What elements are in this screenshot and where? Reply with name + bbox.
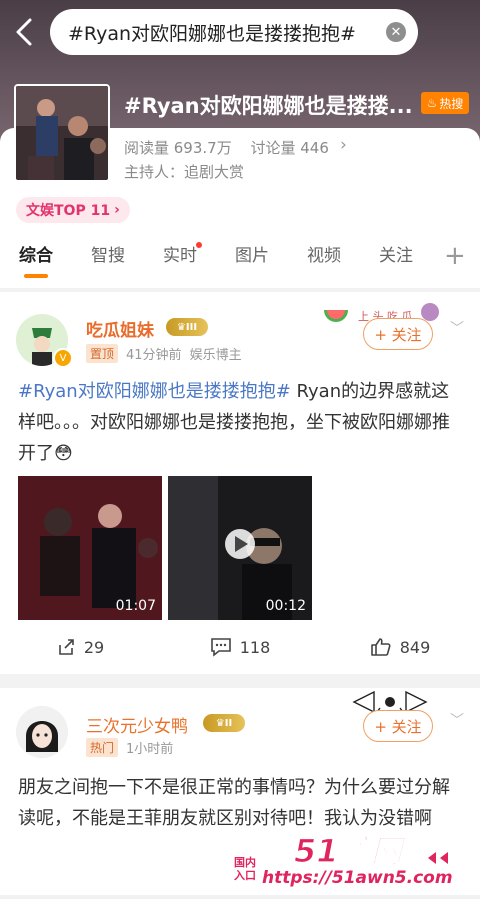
- post-meta: 热门 1小时前: [86, 738, 173, 757]
- post-card: V 吃瓜姐妹 ♛ III 置顶 41分钟前 娱乐博主 上 头 吃 瓜 + 关注 …: [0, 292, 480, 674]
- video-duration: 00:12: [265, 598, 306, 614]
- chevron-down-icon[interactable]: ﹀: [450, 318, 464, 338]
- hashtag-link[interactable]: #Ryan对欧阳娜娜也是搂搂抱抱#: [18, 381, 291, 402]
- watermark-url: https://51awn5.com: [262, 868, 453, 888]
- clear-search-icon[interactable]: ✕: [386, 22, 406, 42]
- username[interactable]: 三次元少女鸭: [86, 712, 188, 737]
- post-text: 朋友之间抱一下不是很正常的事情吗？为什么要过分解读呢，不能是王菲朋友就区别对待吧…: [18, 777, 450, 829]
- add-tab-icon[interactable]: +: [444, 239, 466, 273]
- post-text: #Ryan对欧阳娜娜也是搂搂抱抱# Ryan的边界感就这样吧。。。对欧阳娜娜也是…: [18, 376, 462, 469]
- tab-bar: 综合 智搜 实时 图片 视频 关注: [0, 236, 480, 280]
- video-duration: 01:07: [115, 598, 156, 614]
- watermark-logo: 51暗网: [293, 831, 408, 870]
- user-level-badge: ♛ II: [203, 714, 245, 732]
- comment-icon: [210, 638, 231, 657]
- chevron-down-icon[interactable]: ﹀: [450, 710, 464, 730]
- read-count: 阅读量 693.7万: [124, 139, 232, 157]
- like-count: 849: [399, 637, 431, 657]
- user-level: II: [224, 717, 233, 729]
- share-button[interactable]: 29: [0, 632, 160, 662]
- back-arrow-icon[interactable]: [10, 14, 40, 50]
- pinned-tag: 置顶: [86, 344, 119, 363]
- tab-comprehensive[interactable]: 综合: [0, 236, 72, 280]
- hot-search-badge: ♨ 热搜: [421, 92, 469, 114]
- video-thumbnail[interactable]: 01:07: [18, 476, 162, 620]
- verified-badge-icon: V: [53, 348, 73, 368]
- hot-badge-label: 热搜: [439, 96, 464, 111]
- post-actions: 29 118 849: [0, 632, 480, 662]
- post-time: 1小时前: [126, 742, 174, 757]
- discussion-count: 讨论量 446: [250, 139, 329, 157]
- site-watermark: 51暗网 国内 入口 https://51awn5.com: [232, 830, 480, 895]
- topic-stats[interactable]: 阅读量 693.7万 讨论量 446: [124, 137, 343, 158]
- username[interactable]: 吃瓜姐妹: [86, 316, 154, 341]
- comment-count: 118: [239, 637, 271, 657]
- tab-images[interactable]: 图片: [216, 236, 288, 280]
- topic-title[interactable]: #Ryan对欧阳娜娜也是搂搂...: [124, 90, 420, 120]
- tab-realtime-label: 实时: [163, 246, 197, 266]
- share-icon: [59, 639, 74, 655]
- like-button[interactable]: 849: [320, 632, 480, 662]
- avatar[interactable]: [16, 706, 68, 758]
- notification-dot: [196, 242, 202, 248]
- tab-smart-search[interactable]: 智搜: [72, 236, 144, 280]
- user-level: III: [185, 321, 198, 333]
- post-meta: 置顶 41分钟前 娱乐博主: [86, 344, 242, 363]
- follow-button[interactable]: + 关注: [363, 318, 433, 350]
- chevron-right-icon[interactable]: ›: [340, 135, 347, 155]
- crown-icon: ♛: [215, 717, 225, 729]
- crown-icon: ♛: [176, 321, 186, 333]
- video-thumbnail[interactable]: 00:12: [168, 476, 312, 620]
- thumbs-up-icon: [370, 638, 391, 656]
- hot-tag: 热门: [86, 738, 119, 757]
- comment-button[interactable]: 118: [160, 632, 320, 662]
- surprised-emoji-icon: 😳: [54, 443, 73, 464]
- rank-badge[interactable]: 文娱TOP 11 ›: [16, 197, 130, 223]
- svg-text:51暗网: 51暗网: [294, 832, 408, 870]
- post-source: 娱乐博主: [189, 348, 242, 363]
- tab-videos[interactable]: 视频: [288, 236, 360, 280]
- watermark-line2: 入口: [234, 869, 256, 882]
- search-input[interactable]: #Ryan对欧阳娜娜也是搂搂抱抱#: [50, 9, 418, 55]
- watermark-line1: 国内: [234, 856, 256, 869]
- flame-icon: ♨: [426, 96, 438, 110]
- rank-label: 文娱TOP 11: [26, 203, 111, 219]
- share-count: 29: [83, 637, 105, 657]
- topic-cover-image[interactable]: [14, 84, 110, 182]
- follow-button[interactable]: + 关注: [363, 710, 433, 742]
- search-bar: #Ryan对欧阳娜娜也是搂搂抱抱# ✕: [0, 0, 480, 64]
- tab-realtime[interactable]: 实时: [144, 236, 216, 280]
- chevron-right-icon: ›: [114, 202, 120, 218]
- tab-following[interactable]: 关注: [360, 236, 432, 280]
- watermark-region-label: 国内 入口: [234, 856, 256, 882]
- post-time: 41分钟前: [126, 348, 182, 363]
- topic-host[interactable]: 主持人：追剧大赏: [124, 161, 244, 182]
- user-level-badge: ♛ III: [166, 318, 208, 336]
